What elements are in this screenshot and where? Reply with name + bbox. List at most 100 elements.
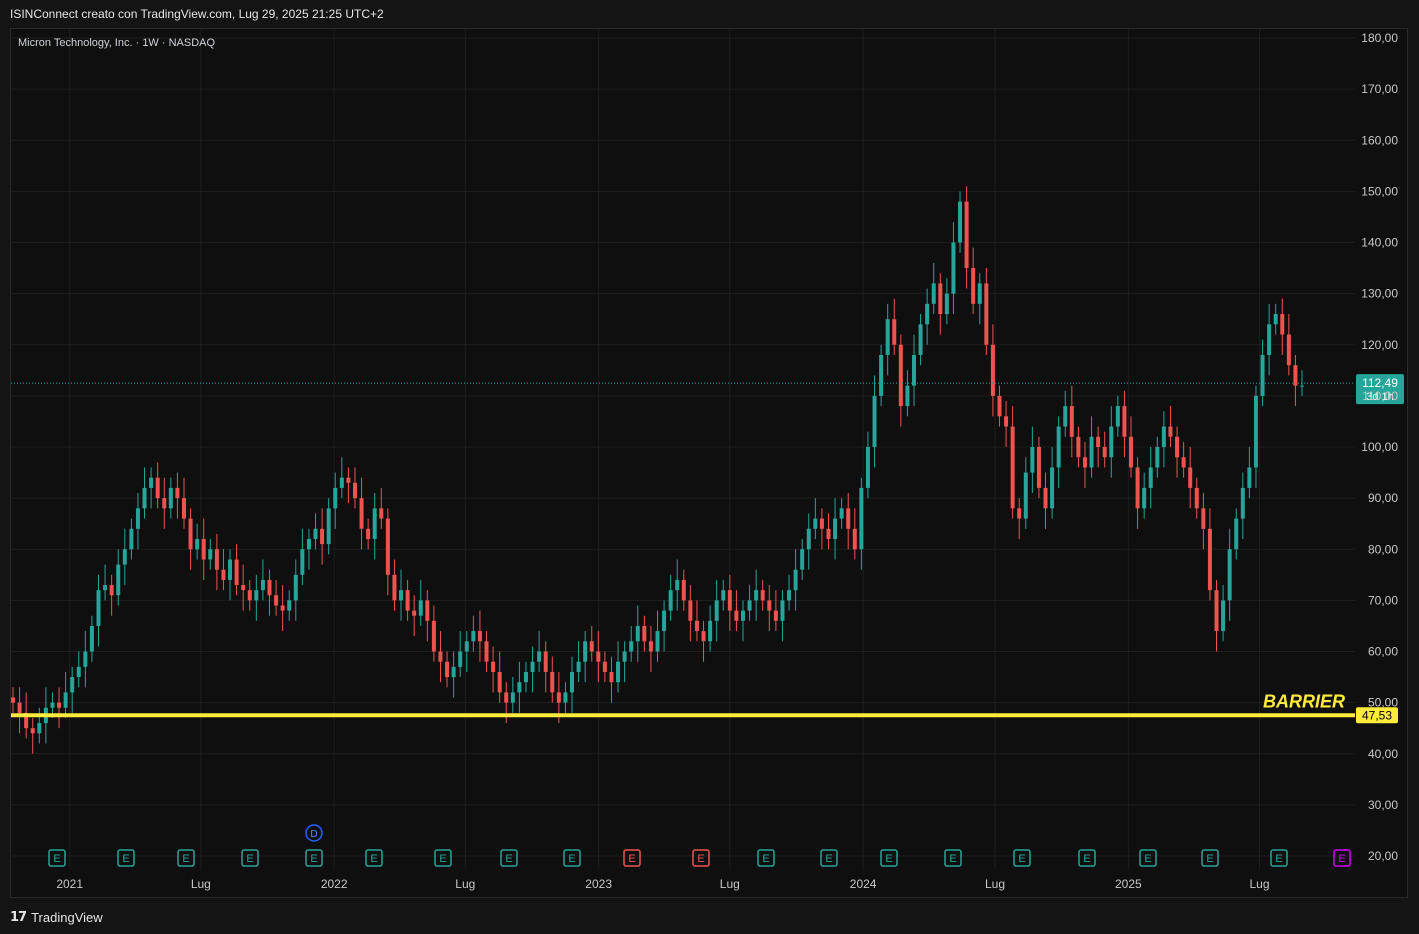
chart-title: Micron Technology, Inc. · 1W · NASDAQ xyxy=(18,37,215,49)
x-tick-label: Lug xyxy=(191,877,211,891)
candle-body xyxy=(714,600,719,621)
candle-body xyxy=(740,610,745,621)
candle-body xyxy=(655,631,660,652)
candle-body xyxy=(129,528,134,550)
candle-body xyxy=(556,692,561,703)
candle-body xyxy=(1273,314,1278,325)
candle-body xyxy=(780,600,785,621)
candle-body xyxy=(326,508,331,545)
candle-body xyxy=(234,559,239,586)
candle-body xyxy=(287,600,292,611)
candle-body xyxy=(721,590,726,601)
candle-body xyxy=(57,702,62,708)
earnings-marker-icon: E xyxy=(48,849,66,867)
earnings-marker-icon: E xyxy=(563,849,581,867)
candle-body xyxy=(30,728,35,734)
candle-body xyxy=(793,569,798,591)
y-tick-label: 50,00 xyxy=(1368,696,1398,710)
candle-body xyxy=(872,395,877,447)
candle-body xyxy=(50,702,55,708)
candle-body xyxy=(346,477,351,483)
candle-body xyxy=(760,590,765,601)
candle-body xyxy=(925,303,930,325)
y-tick-label: 130,00 xyxy=(1361,287,1398,301)
dividend-marker-label: D xyxy=(310,829,317,840)
candle-body xyxy=(833,518,838,540)
candle-body xyxy=(181,498,186,519)
x-tick-label: Lug xyxy=(1249,877,1269,891)
candle-body xyxy=(195,539,200,550)
candle-body xyxy=(1135,467,1140,509)
candle-body xyxy=(905,385,910,407)
earnings-marker-label: E xyxy=(825,853,832,865)
price-chart[interactable]: 112,493d 1h47,53BARRIER 180,00170,00160,… xyxy=(0,0,1419,934)
earnings-marker-label: E xyxy=(568,853,575,865)
candle-body xyxy=(984,283,989,345)
candle-body xyxy=(609,671,614,683)
candle-body xyxy=(596,651,601,662)
earnings-marker-label: E xyxy=(310,853,317,865)
candle-body xyxy=(1234,518,1239,550)
earnings-marker-icon: E xyxy=(1333,849,1351,867)
tradingview-logo[interactable]: 𝟭𝟳 TradingView xyxy=(10,909,103,925)
candle-body xyxy=(175,487,180,499)
candle-body xyxy=(859,487,864,550)
y-tick-label: 110,00 xyxy=(1362,389,1398,403)
candle-body xyxy=(800,549,805,570)
candle-body xyxy=(405,590,410,611)
candle-body xyxy=(477,631,482,642)
candle-body xyxy=(629,641,634,652)
candle-body xyxy=(1030,447,1035,473)
candle-body xyxy=(1227,549,1232,601)
candle-body xyxy=(352,482,357,499)
candle-body xyxy=(122,549,127,565)
candle-body xyxy=(451,666,456,678)
candle-body xyxy=(484,641,489,662)
candle-body xyxy=(320,528,325,545)
earnings-marker-label: E xyxy=(885,853,892,865)
candle-body xyxy=(188,518,193,550)
candle-body xyxy=(445,661,450,678)
candle-body xyxy=(1142,487,1147,509)
earnings-marker-icon: E xyxy=(1270,849,1288,867)
candle-body xyxy=(635,625,640,642)
candle-body xyxy=(1293,365,1298,386)
candle-body xyxy=(17,702,22,713)
candle-body xyxy=(241,585,246,591)
earnings-marker-label: E xyxy=(1018,853,1025,865)
candle-body xyxy=(1023,472,1028,519)
candle-body xyxy=(96,590,101,626)
candle-body xyxy=(563,692,568,703)
candle-body xyxy=(918,324,923,355)
candle-body xyxy=(1115,406,1120,427)
earnings-marker-label: E xyxy=(505,853,512,865)
candle-body xyxy=(898,344,903,407)
barrier-price-label: 47,53 xyxy=(1362,708,1392,722)
candle-body xyxy=(333,487,338,509)
candle-body xyxy=(471,631,476,642)
candle-body xyxy=(839,508,844,519)
candle-body xyxy=(70,677,75,693)
candle-body xyxy=(1043,487,1048,509)
x-tick-label: 2024 xyxy=(850,877,877,891)
tradingview-logo-text: TradingView xyxy=(31,909,103,925)
candle-body xyxy=(523,671,528,683)
candle-body xyxy=(1207,528,1212,591)
candle-body xyxy=(168,487,173,509)
earnings-marker-label: E xyxy=(182,853,189,865)
candle-body xyxy=(116,564,121,596)
candle-body xyxy=(951,242,956,294)
earnings-marker-label: E xyxy=(628,853,635,865)
y-tick-label: 100,00 xyxy=(1361,440,1398,454)
candle-body xyxy=(392,574,397,601)
y-tick-label: 120,00 xyxy=(1361,338,1398,352)
y-tick-label: 150,00 xyxy=(1361,184,1398,198)
candle-body xyxy=(1109,426,1114,458)
candle-body xyxy=(1129,436,1134,468)
candle-body xyxy=(1280,314,1285,335)
candle-body xyxy=(425,600,430,621)
candle-body xyxy=(1017,508,1022,519)
y-tick-label: 70,00 xyxy=(1368,593,1398,607)
earnings-marker-label: E xyxy=(246,853,253,865)
candle-body xyxy=(694,620,699,632)
